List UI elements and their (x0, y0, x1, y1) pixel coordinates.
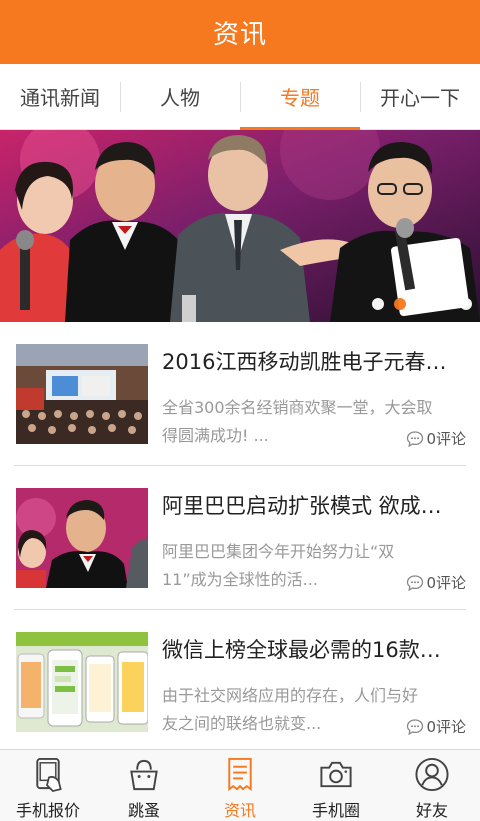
nav-news[interactable]: 资讯 (192, 750, 288, 821)
tab-topics[interactable]: 专题 (240, 64, 360, 130)
carousel-dot[interactable] (460, 298, 472, 310)
banner-image (0, 130, 480, 322)
news-thumbnail (16, 488, 148, 588)
comment-count-label: 0评论 (426, 430, 466, 448)
comment-count[interactable]: 0评论 (402, 428, 466, 449)
carousel-dot[interactable] (416, 298, 428, 310)
news-thumbnail (16, 344, 148, 444)
nav-label: 跳蚤 (127, 801, 160, 820)
nav-label: 手机报价 (15, 801, 80, 820)
news-item[interactable]: 阿里巴巴启动扩张模式 欲成… 阿里巴巴集团今年开始努力让“双 11”成为全球性的… (14, 466, 466, 610)
comment-count-label: 0评论 (426, 718, 466, 736)
carousel-dot[interactable] (394, 298, 406, 310)
nav-phone-circle[interactable]: 手机圈 (288, 750, 384, 821)
news-summary-line: 全省300余名经销商欢聚一堂，大会取 (162, 398, 433, 417)
friend-icon (415, 757, 449, 792)
news-title: 2016江西移动凯胜电子元春… (162, 350, 447, 374)
news-summary-line: 由于社交网络应用的存在，人们与好 (162, 686, 419, 705)
tab-fun[interactable]: 开心一下 (360, 64, 480, 129)
news-summary-line: 阿里巴巴集团今年开始努力让“双 (162, 542, 395, 561)
comment-count[interactable]: 0评论 (402, 572, 466, 593)
comment-icon (407, 574, 424, 591)
tab-people[interactable]: 人物 (120, 64, 240, 129)
tab-label: 人物 (160, 86, 200, 110)
carousel-dot[interactable] (438, 298, 450, 310)
carousel-dot[interactable] (372, 298, 384, 310)
banner-carousel[interactable] (0, 130, 480, 322)
comment-icon (407, 718, 424, 735)
news-title: 微信上榜全球最必需的16款… (162, 638, 441, 662)
nav-friends[interactable]: 好友 (384, 750, 480, 821)
news-icon (228, 757, 252, 792)
tab-label: 开心一下 (380, 86, 460, 110)
app-header: 资讯 (0, 0, 480, 64)
nav-flea-market[interactable]: 跳蚤 (96, 750, 192, 821)
comment-count-label: 0评论 (426, 574, 466, 592)
category-tabs: 通讯新闻 人物 专题 开心一下 (0, 64, 480, 130)
news-item[interactable]: 微信上榜全球最必需的16款… 由于社交网络应用的存在，人们与好 友之间的联络也就… (14, 610, 466, 754)
page-title: 资讯 (212, 19, 267, 50)
news-item[interactable]: 2016江西移动凯胜电子元春… 全省300余名经销商欢聚一堂，大会取 得圆满成功… (14, 322, 466, 466)
bag-icon (130, 759, 158, 791)
nav-label: 手机圈 (311, 801, 360, 820)
comment-icon (407, 430, 424, 447)
phone-price-icon (36, 757, 62, 793)
news-thumbnail (16, 632, 148, 732)
nav-label: 好友 (415, 801, 448, 820)
carousel-indicators (372, 298, 472, 310)
camera-icon (320, 761, 352, 788)
news-list: 2016江西移动凯胜电子元春… 全省300余名经销商欢聚一堂，大会取 得圆满成功… (0, 322, 480, 754)
comment-count[interactable]: 0评论 (402, 716, 466, 737)
tab-telecom-news[interactable]: 通讯新闻 (0, 64, 120, 129)
nav-label: 资讯 (223, 801, 256, 820)
tab-label: 通讯新闻 (20, 86, 100, 110)
tab-label: 专题 (280, 86, 320, 110)
nav-phone-price[interactable]: 手机报价 (0, 750, 96, 821)
bottom-navigation: 手机报价 跳蚤 资讯 手机圈 好友 (0, 749, 480, 821)
news-title: 阿里巴巴启动扩张模式 欲成… (162, 494, 442, 518)
